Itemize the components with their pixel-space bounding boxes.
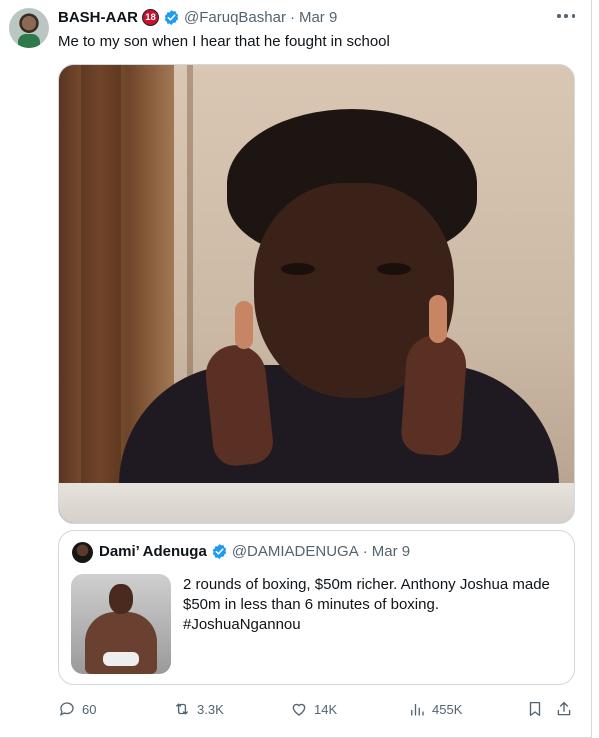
tweet-date[interactable]: Mar 9 (299, 9, 337, 26)
like-icon (292, 703, 306, 716)
quoted-author-name: Dami’ Adenuga (99, 543, 207, 560)
author-handle[interactable]: @FaruqBashar (184, 9, 286, 26)
age-badge: 18 (142, 8, 159, 26)
quoted-header: Dami’ Adenuga @DAMIADENUGA · Mar 9 (99, 543, 410, 560)
views-button[interactable]: 455K (408, 700, 462, 718)
tweet-photo[interactable] (58, 64, 575, 524)
photo-right-thumb (429, 295, 447, 343)
photo-right-thumbs-up (399, 333, 469, 457)
quoted-text-line: 2 rounds of boxing, $50m richer. Anthony… (183, 576, 550, 593)
like-count: 14K (314, 701, 338, 717)
tweet-card[interactable]: BASH-AAR 18 @FaruqBashar · Mar 9 Me to m… (0, 0, 592, 738)
verified-icon (164, 9, 179, 25)
quoted-date: Mar 9 (371, 543, 411, 560)
quoted-hashtag[interactable]: #JoshuaNgannou (183, 615, 563, 635)
share-icon[interactable] (555, 700, 573, 718)
bookmark-icon[interactable] (526, 700, 544, 718)
reply-icon (59, 702, 74, 716)
thumbnail-hand-wraps (103, 652, 139, 666)
photo-right-eye (377, 263, 411, 275)
quoted-separator: · (362, 543, 368, 560)
photo-left-eye (281, 263, 315, 275)
photo-door-shadow (81, 65, 121, 523)
quoted-thumbnail (71, 574, 171, 674)
photo-left-thumb (235, 301, 253, 349)
author-avatar[interactable] (9, 8, 49, 48)
tweet-actions: 60 3.3K 14K 455K (58, 700, 575, 720)
quoted-author-handle: @DAMIADENUGA (231, 543, 359, 560)
quoted-text: 2 rounds of boxing, $50m richer. Anthony… (183, 575, 563, 635)
quoted-tweet[interactable]: Dami’ Adenuga @DAMIADENUGA · Mar 9 2 rou… (58, 530, 575, 685)
tweet-header: BASH-AAR 18 @FaruqBashar · Mar 9 (58, 7, 337, 27)
quoted-text-line: $50m in less than 6 minutes of boxing. (183, 596, 439, 613)
views-icon (411, 703, 424, 716)
reply-count: 60 (82, 701, 97, 717)
quoted-author-avatar (72, 542, 93, 563)
views-count: 455K (432, 701, 463, 717)
tweet-text: Me to my son when I hear that he fought … (58, 33, 390, 50)
photo-left-thumbs-up (202, 342, 276, 468)
reply-button[interactable]: 60 (58, 700, 96, 718)
more-icon[interactable] (557, 7, 575, 25)
author-name[interactable]: BASH-AAR (58, 9, 138, 26)
photo-ledge (59, 483, 574, 523)
thumbnail-head (109, 584, 133, 614)
repost-icon (176, 703, 188, 715)
like-button[interactable]: 14K (290, 700, 337, 718)
repost-count: 3.3K (197, 701, 224, 717)
verified-icon (212, 544, 226, 559)
repost-button[interactable]: 3.3K (173, 700, 224, 718)
header-separator: · (289, 8, 295, 26)
